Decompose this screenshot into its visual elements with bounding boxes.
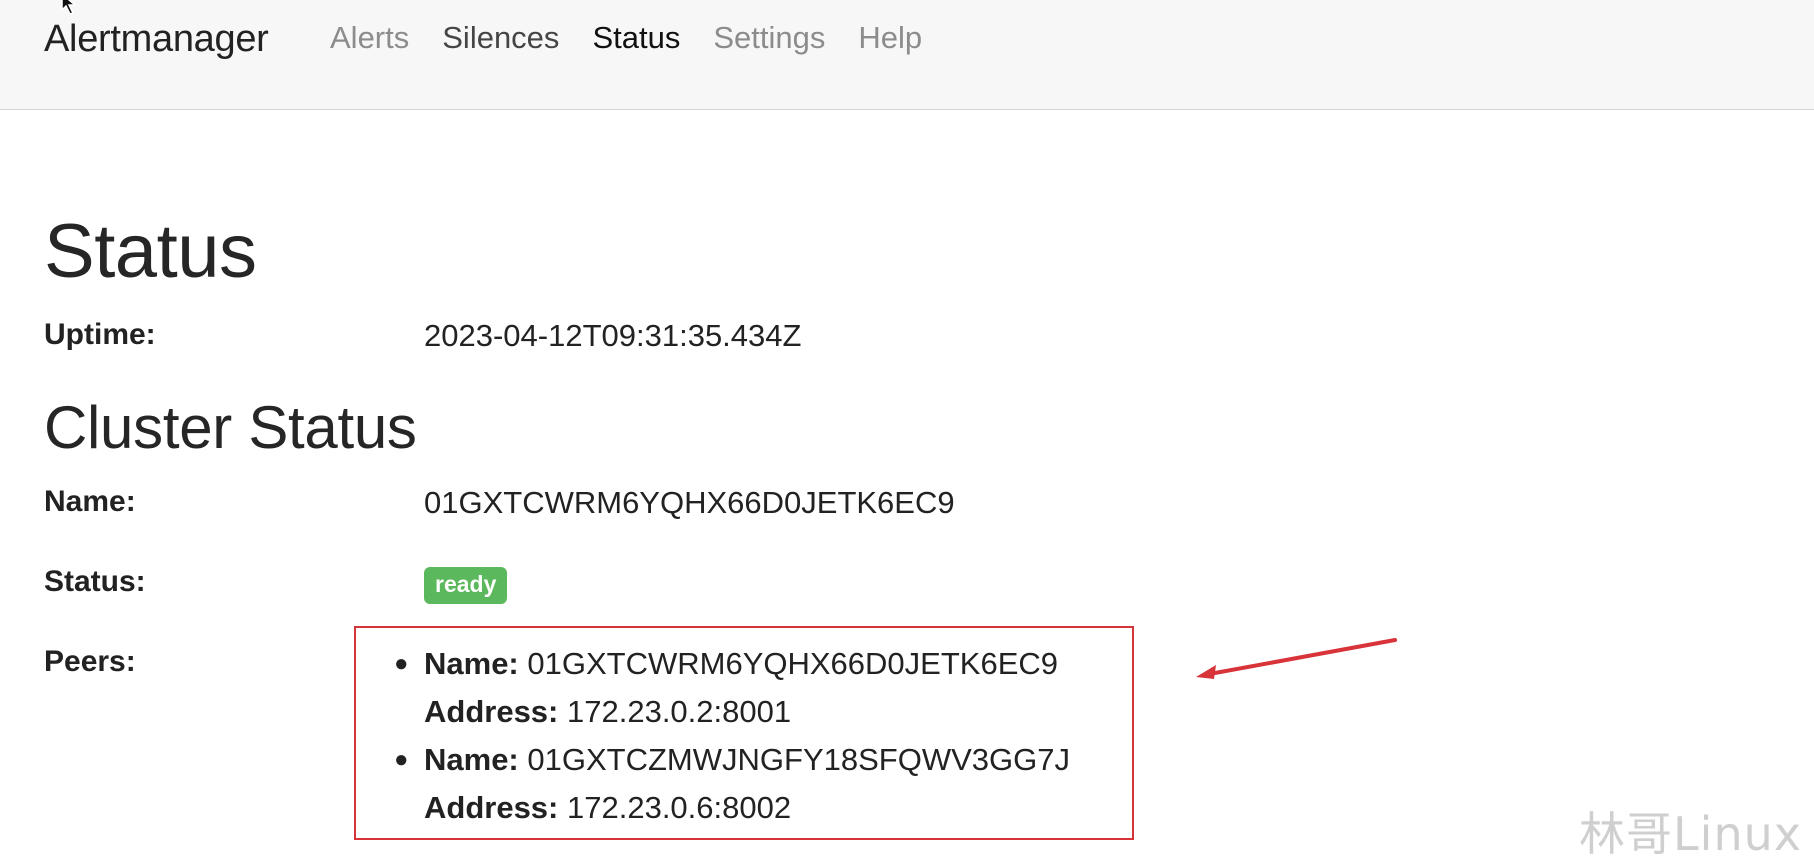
mouse-cursor-icon bbox=[61, 0, 78, 15]
cluster-name-value: 01GXTCWRM6YQHX66D0JETK6EC9 bbox=[424, 485, 955, 520]
cluster-status-label: Status: bbox=[44, 565, 146, 598]
uptime-label: Uptime: bbox=[44, 318, 156, 351]
cluster-name-label: Name: bbox=[44, 485, 136, 518]
peer-name-label: Name: bbox=[424, 646, 519, 681]
peers-label: Peers: bbox=[44, 645, 136, 678]
brand-logo-link[interactable]: Alertmanager bbox=[44, 18, 269, 61]
cluster-status-heading: Cluster Status bbox=[44, 394, 417, 461]
status-badge: ready bbox=[424, 567, 508, 604]
bullet-icon: ● bbox=[394, 650, 409, 677]
peer-item: ● Name: 01GXTCWRM6YQHX66D0JETK6EC9 bbox=[394, 640, 1070, 688]
nav-link-help[interactable]: Help bbox=[858, 20, 922, 56]
peer-address-label: Address: bbox=[424, 694, 559, 729]
top-navbar: Alertmanager Alerts Silences Status Sett… bbox=[0, 0, 1814, 110]
nav-link-silences[interactable]: Silences bbox=[442, 20, 559, 56]
peer-address-value: 172.23.0.2:8001 bbox=[567, 694, 792, 729]
peer-name-value: 01GXTCWRM6YQHX66D0JETK6EC9 bbox=[527, 646, 1058, 681]
peer-address-line: Address: 172.23.0.2:8001 bbox=[424, 688, 1070, 736]
page-title: Status bbox=[44, 209, 257, 294]
peer-address-label: Address: bbox=[424, 790, 559, 825]
peer-item: ● Name: 01GXTCZMWJNGFY18SFQWV3GG7J bbox=[394, 736, 1070, 784]
bullet-icon: ● bbox=[394, 746, 409, 773]
annotation-arrow-icon bbox=[1196, 638, 1397, 679]
peers-list: ● Name: 01GXTCWRM6YQHX66D0JETK6EC9 Addre… bbox=[394, 640, 1070, 832]
nav-link-alerts[interactable]: Alerts bbox=[330, 20, 409, 56]
peer-address-line: Address: 172.23.0.6:8002 bbox=[424, 784, 1070, 832]
watermark: 林哥Linux bbox=[1579, 807, 1802, 861]
peer-name-label: Name: bbox=[424, 742, 519, 777]
peer-address-value: 172.23.0.6:8002 bbox=[567, 790, 792, 825]
uptime-value: 2023-04-12T09:31:35.434Z bbox=[424, 318, 802, 353]
nav-link-status[interactable]: Status bbox=[592, 20, 680, 56]
peer-name-value: 01GXTCZMWJNGFY18SFQWV3GG7J bbox=[527, 742, 1070, 777]
nav-link-settings[interactable]: Settings bbox=[713, 20, 825, 56]
nav-links: Alerts Silences Status Settings Help bbox=[330, 20, 955, 56]
